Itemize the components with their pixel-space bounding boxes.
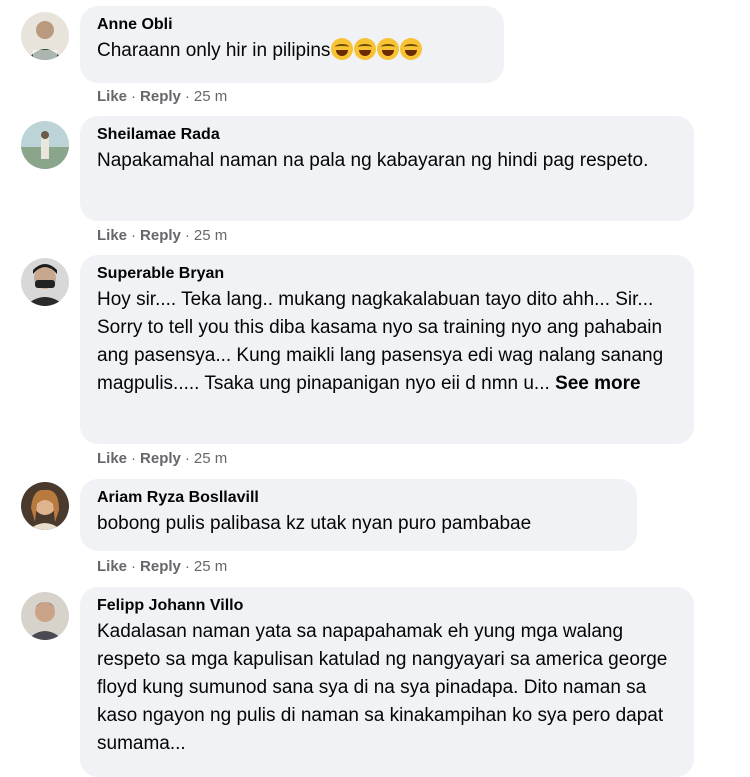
comment-time[interactable]: 25 m: [194, 450, 227, 467]
comment-bubble: Anne Obli Charaann only hir in pilipins: [80, 6, 504, 83]
reply-button[interactable]: Reply: [140, 558, 181, 575]
avatar[interactable]: [21, 592, 69, 640]
comment-author[interactable]: Anne Obli: [97, 15, 490, 35]
comment-time[interactable]: 25 m: [194, 227, 227, 244]
laughing-crying-emoji-icon: [331, 38, 354, 60]
like-button[interactable]: Like: [97, 227, 127, 244]
comment-author[interactable]: Ariam Ryza Bosllavill: [97, 488, 623, 508]
comment-bubble: Felipp Johann Villo Kadalasan naman yata…: [80, 587, 694, 777]
avatar[interactable]: [21, 121, 69, 169]
like-button[interactable]: Like: [97, 450, 127, 467]
avatar[interactable]: [21, 258, 69, 306]
separator: ·: [131, 88, 137, 105]
avatar[interactable]: [21, 482, 69, 530]
comment-text: bobong pulis palibasa kz utak nyan puro …: [97, 513, 532, 534]
see-more-link[interactable]: See more: [555, 373, 641, 394]
separator: ·: [131, 558, 137, 575]
comment-time[interactable]: 25 m: [194, 88, 227, 105]
reply-button[interactable]: Reply: [140, 227, 181, 244]
separator: ·: [184, 88, 190, 105]
laughing-crying-emoji-icon: [354, 38, 377, 60]
comment-text: Charaann only hir in pilipins: [97, 37, 490, 65]
comment-actions: Like · Reply · 25 m: [97, 557, 227, 577]
separator: ·: [131, 450, 137, 467]
comment-actions: Like · Reply · 25 m: [97, 449, 227, 469]
like-button[interactable]: Like: [97, 558, 127, 575]
separator: ·: [184, 227, 190, 244]
comment-bubble: Superable Bryan Hoy sir.... Teka lang.. …: [80, 255, 694, 444]
reply-button[interactable]: Reply: [140, 450, 181, 467]
separator: ·: [184, 558, 190, 575]
comment-text: Kadalasan naman yata sa napapahamak eh y…: [97, 621, 668, 754]
like-button[interactable]: Like: [97, 88, 127, 105]
separator: ·: [184, 450, 190, 467]
separator: ·: [131, 227, 137, 244]
comment-author[interactable]: Sheilamae Rada: [97, 125, 680, 145]
avatar[interactable]: [21, 12, 69, 60]
comment-author[interactable]: Superable Bryan: [97, 264, 680, 284]
laughing-crying-emoji-icon: [400, 38, 423, 60]
comment-bubble: Sheilamae Rada Napakamahal naman na pala…: [80, 116, 694, 221]
comment-text: Hoy sir.... Teka lang.. mukang nagkakala…: [97, 286, 680, 398]
comment-actions: Like · Reply · 25 m: [97, 226, 227, 246]
comment-author[interactable]: Felipp Johann Villo: [97, 596, 680, 616]
comment-time[interactable]: 25 m: [194, 558, 227, 575]
comment-text-body: Charaann only hir in pilipins: [97, 40, 331, 61]
laughing-crying-emoji-icon: [377, 38, 400, 60]
comment-actions: Like · Reply · 25 m: [97, 87, 227, 107]
comment-text: Napakamahal naman na pala ng kabayaran n…: [97, 150, 649, 171]
comment-bubble: Ariam Ryza Bosllavill bobong pulis palib…: [80, 479, 637, 551]
reply-button[interactable]: Reply: [140, 88, 181, 105]
